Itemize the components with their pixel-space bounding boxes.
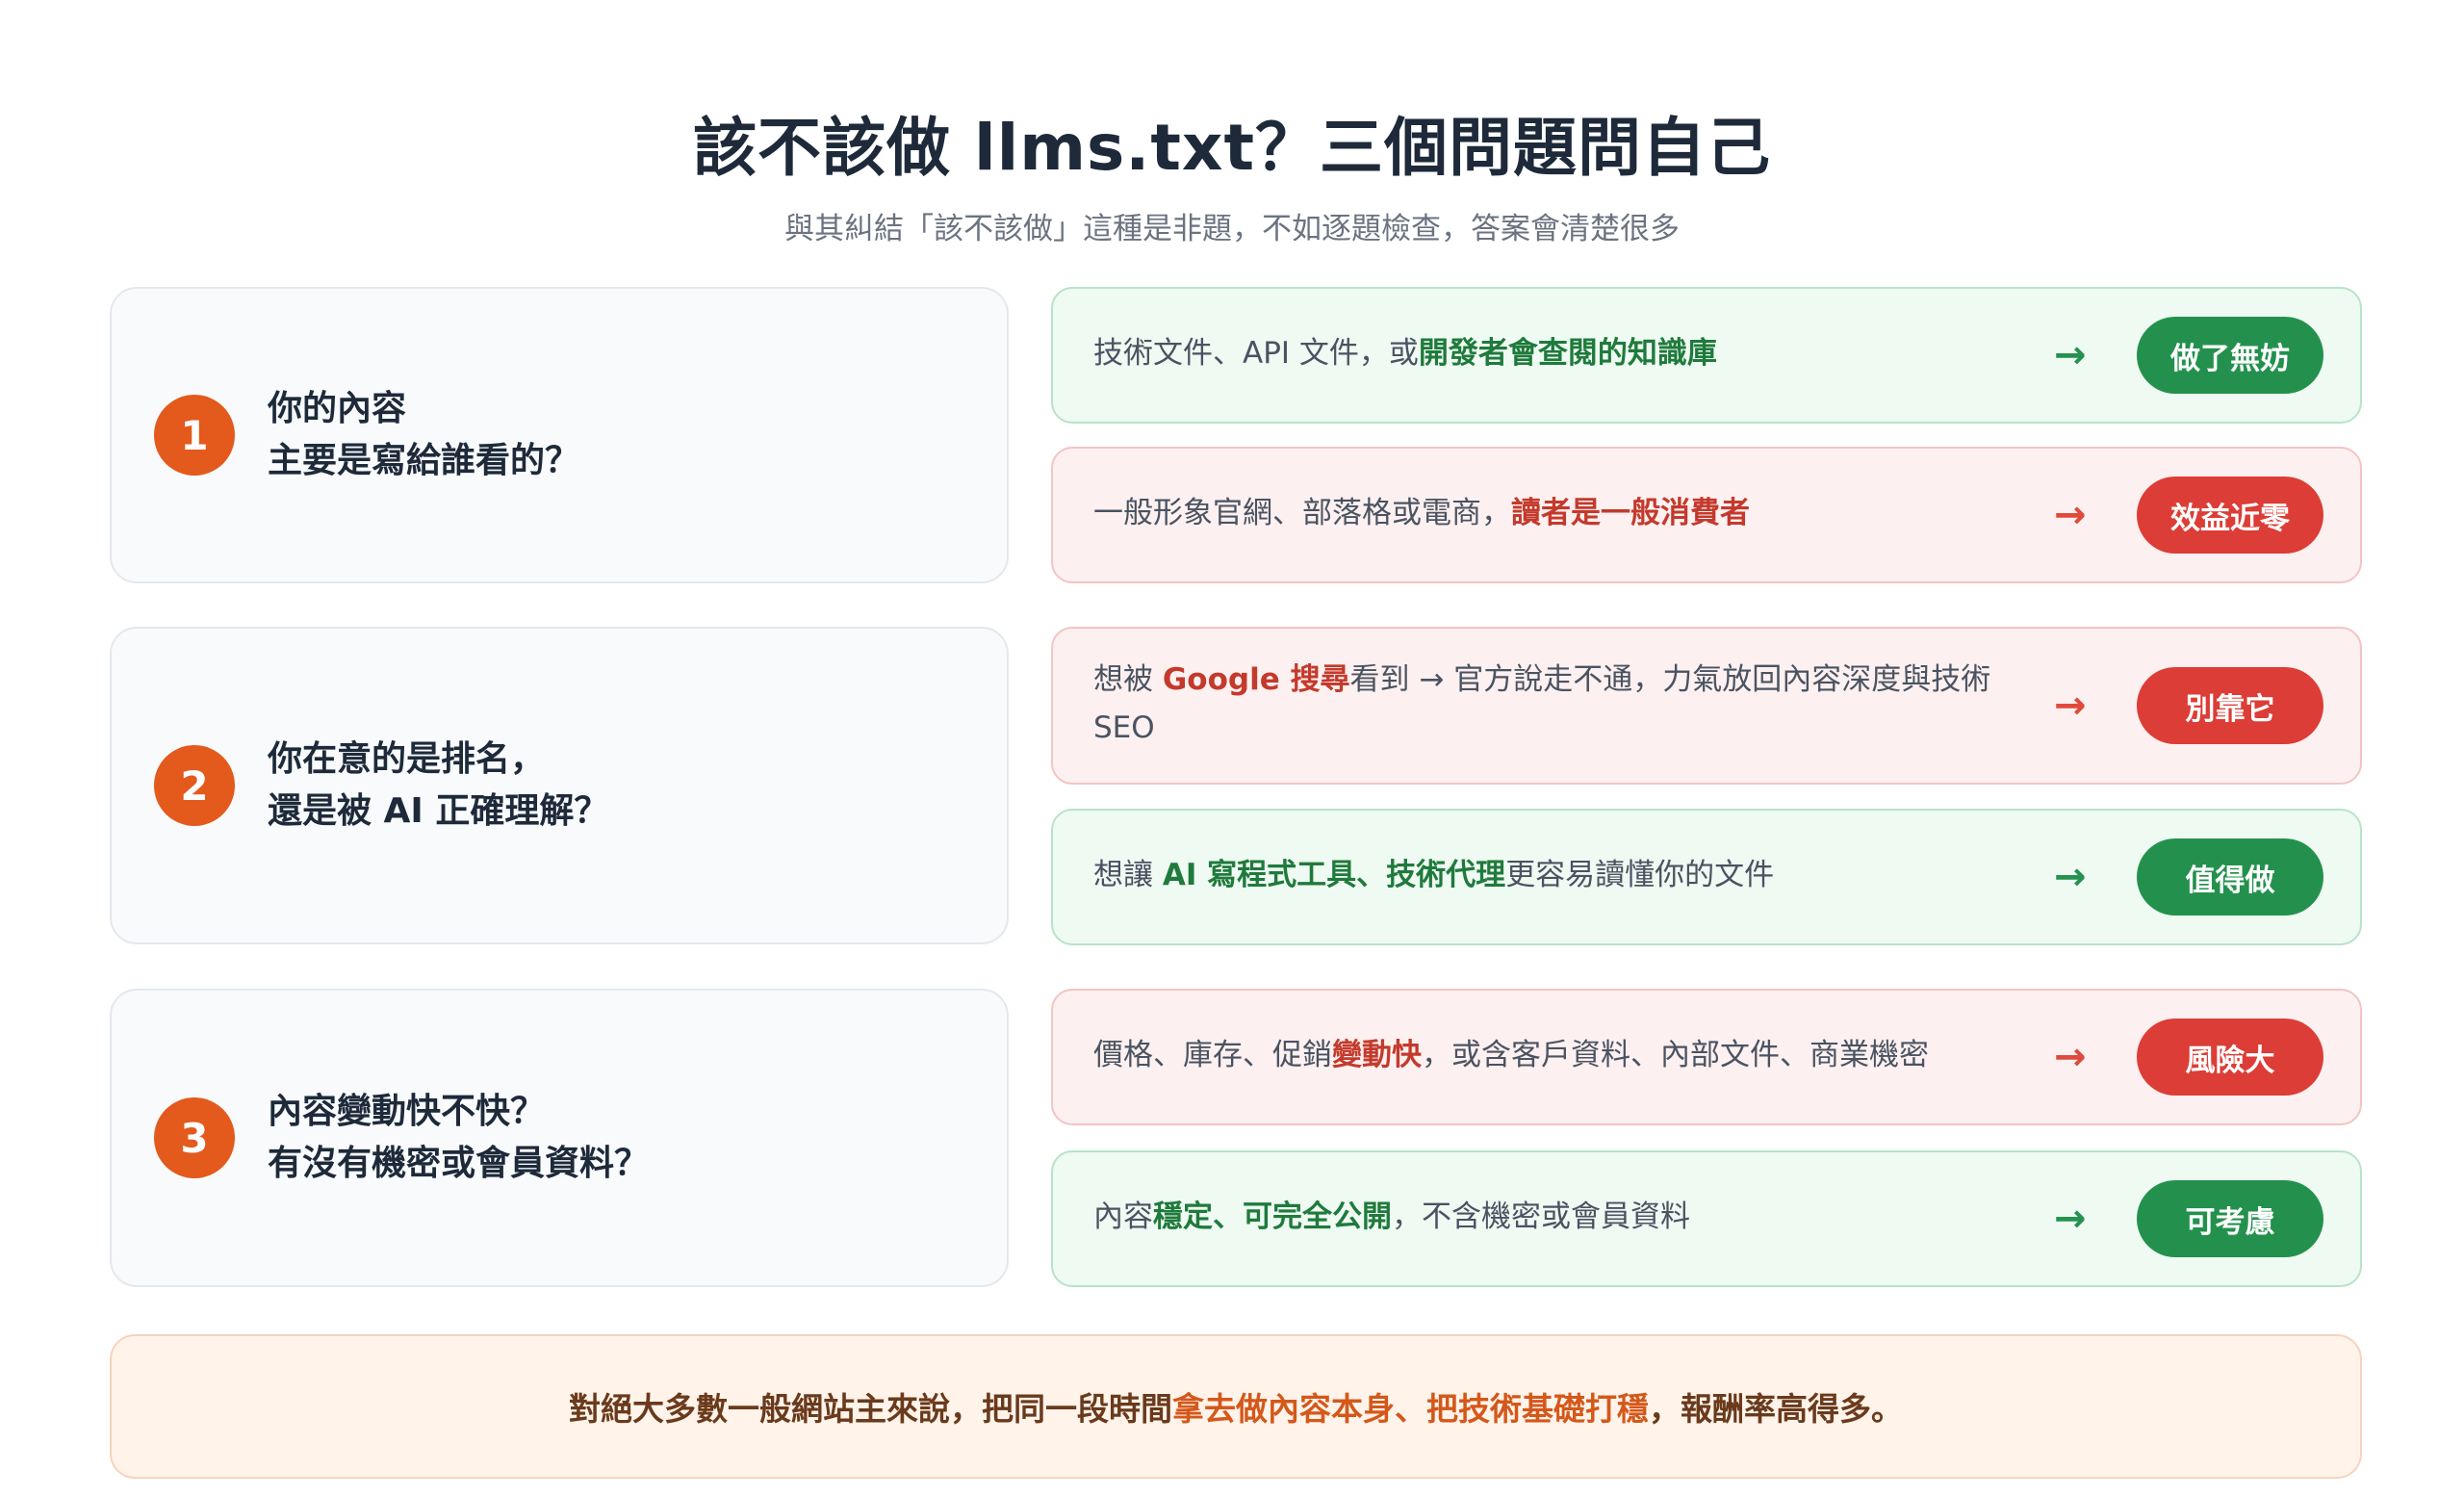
answer-card-3a: 價格、庫存、促銷變動快，或含客戶資料、內部文件、商業機密 → 風險大 — [1051, 989, 2362, 1125]
question-line-2: 還是被 AI 正確理解？ — [268, 791, 609, 831]
verdict-badge: 可考慮 — [2137, 1180, 2323, 1257]
answer-card-3b: 內容穩定、可完全公開，不含機密或會員資料 → 可考慮 — [1051, 1150, 2362, 1287]
question-text: 內容變動快不快？ 有沒有機密或會員資料？ — [268, 1086, 649, 1190]
answer-text: 想被 Google 搜尋看到 → 官方說走不通，力氣放回內容深度與技術 SEO — [1093, 662, 1991, 745]
verdict-badge: 風險大 — [2137, 1019, 2323, 1096]
question-line-1: 你在意的是排名， — [268, 739, 546, 779]
arrow-right-icon: → — [2054, 333, 2087, 377]
answer-card-1a: 技術文件、API 文件，或開發者會查閱的知識庫 → 做了無妨 — [1051, 287, 2362, 424]
question-number-badge: 2 — [154, 745, 235, 826]
question-line-1: 內容變動快不快？ — [268, 1092, 546, 1131]
question-card-2: 2 你在意的是排名， 還是被 AI 正確理解？ — [110, 627, 1009, 944]
question-line-1: 你的內容 — [268, 389, 407, 428]
verdict-badge: 做了無妨 — [2137, 317, 2323, 394]
answer-card-2a: 想被 Google 搜尋看到 → 官方說走不通，力氣放回內容深度與技術 SEO … — [1051, 627, 2362, 785]
verdict-badge: 效益近零 — [2137, 477, 2323, 554]
question-line-2: 主要是寫給誰看的？ — [268, 441, 580, 480]
conclusion-banner: 對絕大多數一般網站主來說，把同一段時間拿去做內容本身、把技術基礎打穩，報酬率高得… — [110, 1334, 2362, 1479]
page-title: 該不該做 llms.txt？三個問題問自己 — [692, 111, 1772, 185]
arrow-right-icon: → — [2054, 855, 2087, 899]
verdict-badge: 別靠它 — [2137, 667, 2323, 744]
answer-text: 技術文件、API 文件，或開發者會查閱的知識庫 — [1093, 336, 1717, 371]
verdict-badge: 值得做 — [2137, 838, 2323, 916]
answer-text: 一般形象官網、部落格或電商，讀者是一般消費者 — [1093, 496, 1750, 530]
arrow-right-icon: → — [2054, 493, 2087, 537]
infographic: 該不該做 llms.txt？三個問題問自己 與其糾結「該不該做」這種是非題，不如… — [0, 0, 2464, 1496]
page-subtitle: 與其糾結「該不該做」這種是非題，不如逐題檢查，答案會清楚很多 — [784, 212, 1680, 246]
question-text: 你的內容 主要是寫給誰看的？ — [268, 383, 579, 487]
question-line-2: 有沒有機密或會員資料？ — [268, 1144, 650, 1183]
question-card-3: 3 內容變動快不快？ 有沒有機密或會員資料？ — [110, 989, 1009, 1287]
answer-text: 想讓 AI 寫程式工具、技術代理更容易讀懂你的文件 — [1093, 858, 1775, 892]
answer-text: 價格、庫存、促銷變動快，或含客戶資料、內部文件、商業機密 — [1093, 1038, 1929, 1072]
conclusion-text: 對絕大多數一般網站主來說，把同一段時間拿去做內容本身、把技術基礎打穩，報酬率高得… — [569, 1390, 1903, 1428]
question-number-badge: 3 — [154, 1097, 235, 1178]
answer-card-2b: 想讓 AI 寫程式工具、技術代理更容易讀懂你的文件 → 值得做 — [1051, 809, 2362, 945]
arrow-right-icon: → — [2054, 1035, 2087, 1079]
question-card-1: 1 你的內容 主要是寫給誰看的？ — [110, 287, 1009, 583]
arrow-right-icon: → — [2054, 684, 2087, 728]
question-text: 你在意的是排名， 還是被 AI 正確理解？ — [268, 734, 608, 838]
question-number-badge: 1 — [154, 395, 235, 476]
answer-text: 內容穩定、可完全公開，不含機密或會員資料 — [1093, 1199, 1690, 1234]
arrow-right-icon: → — [2054, 1197, 2087, 1241]
answer-card-1b: 一般形象官網、部落格或電商，讀者是一般消費者 → 效益近零 — [1051, 447, 2362, 583]
